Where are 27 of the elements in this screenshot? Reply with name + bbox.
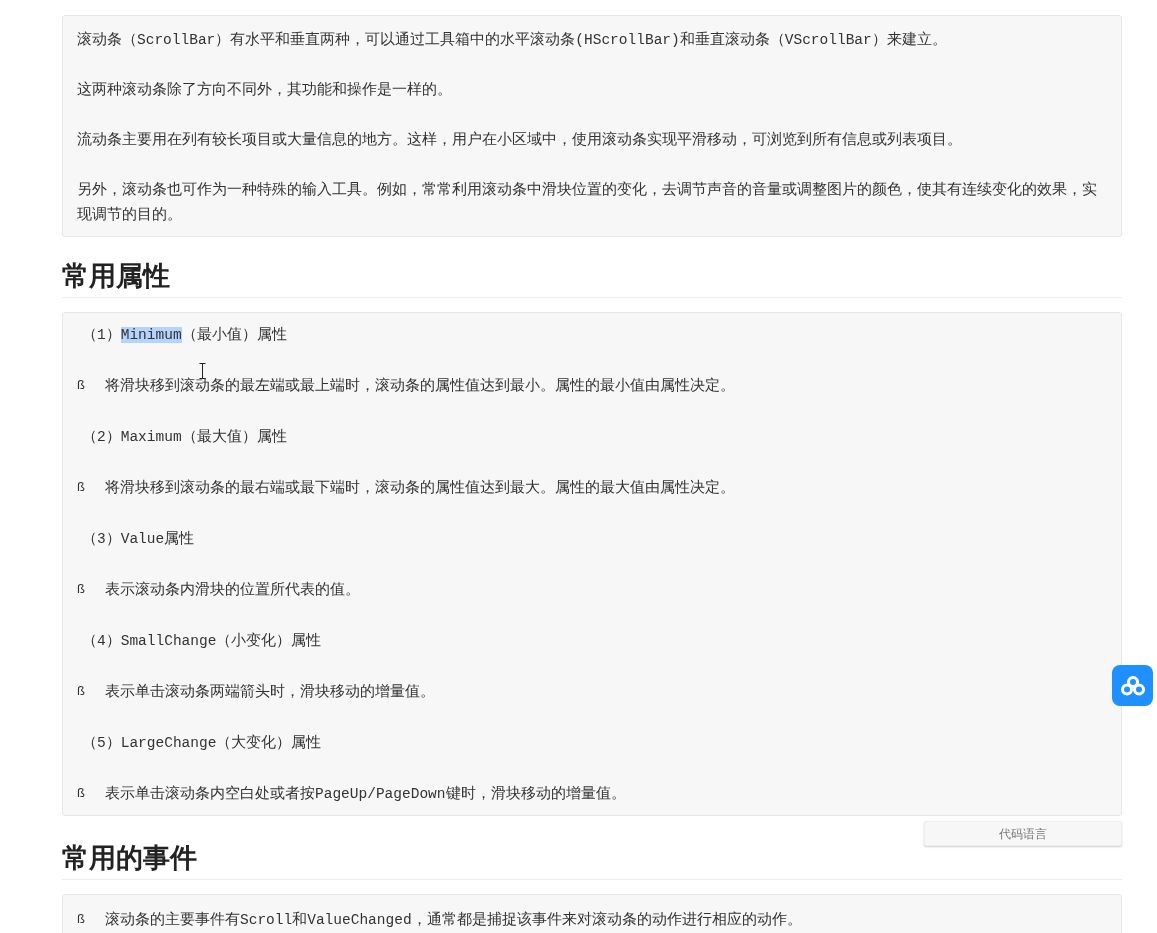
description-text: 表示滚动条内滑块的位置所代表的值。 <box>105 580 360 600</box>
cloud-icon <box>1120 675 1145 696</box>
bullet-marker: ß <box>77 479 86 497</box>
description-text: 滚动条的主要事件有Scroll和ValueChanged，通常都是捕捉该事件来对滚动条的动作进行相应的动作。 <box>105 910 802 930</box>
description-text: 将滑块移到滚动条的最左端或最上端时，滚动条的属性值达到最小。属性的最小值由属性决定。 <box>105 376 735 396</box>
description-text: 表示单击滚动条内空白处或者按PageUp/PageDown键时，滑块移动的增量值。 <box>105 784 626 804</box>
paragraph: 这两种滚动条除了方向不同外，其功能和操作是一样的。 <box>77 80 453 100</box>
description-text: 将滑块移到滚动条的最右端或最下端时，滚动条的属性值达到最大。属性的最大值由属性决定。 <box>105 478 735 498</box>
property-title: （2）Maximum（最大值）属性 <box>81 427 287 447</box>
code-language-button[interactable]: 代码语言 <box>924 821 1122 846</box>
property-title: （4）SmallChange（小变化）属性 <box>81 631 322 651</box>
property-title: （1）Minimum（最小值）属性 <box>81 325 287 345</box>
cloud-sync-button[interactable] <box>1112 665 1153 706</box>
section-heading: 常用的事件 <box>62 841 1122 880</box>
property-title: （3）Value属性 <box>81 530 195 549</box>
description-text: 表示单击滚动条两端箭头时，滑块移动的增量值。 <box>105 682 435 702</box>
paragraph: 滚动条（ScrollBar）有水平和垂直两种，可以通过工具箱中的水平滚动条(HScrollBar)和垂直滚动条（VScrollBar）来建立。 <box>77 30 948 50</box>
bullet-marker: ß <box>77 911 86 929</box>
paragraph: 另外，滚动条也可作为一种特殊的输入工具。例如，常常利用滚动条中滑块位置的变化，去调节声音的音量或调整图片的颜色，使其有连续变化的效果，实现调节的目的。 <box>77 180 1098 225</box>
section-heading: 常用属性 <box>62 259 1122 298</box>
text-cursor-icon <box>199 363 206 379</box>
bullet-marker: ß <box>77 785 86 803</box>
bullet-marker: ß <box>77 377 86 395</box>
property-title: （5）LargeChange（大变化）属性 <box>81 733 322 753</box>
bullet-marker: ß <box>77 683 86 701</box>
paragraph: 流动条主要用在列有较长项目或大量信息的地方。这样，用户在小区域中，使用滚动条实现平滑移动，可浏览到所有信息或列表项目。 <box>77 130 963 150</box>
bullet-marker: ß <box>77 581 86 599</box>
